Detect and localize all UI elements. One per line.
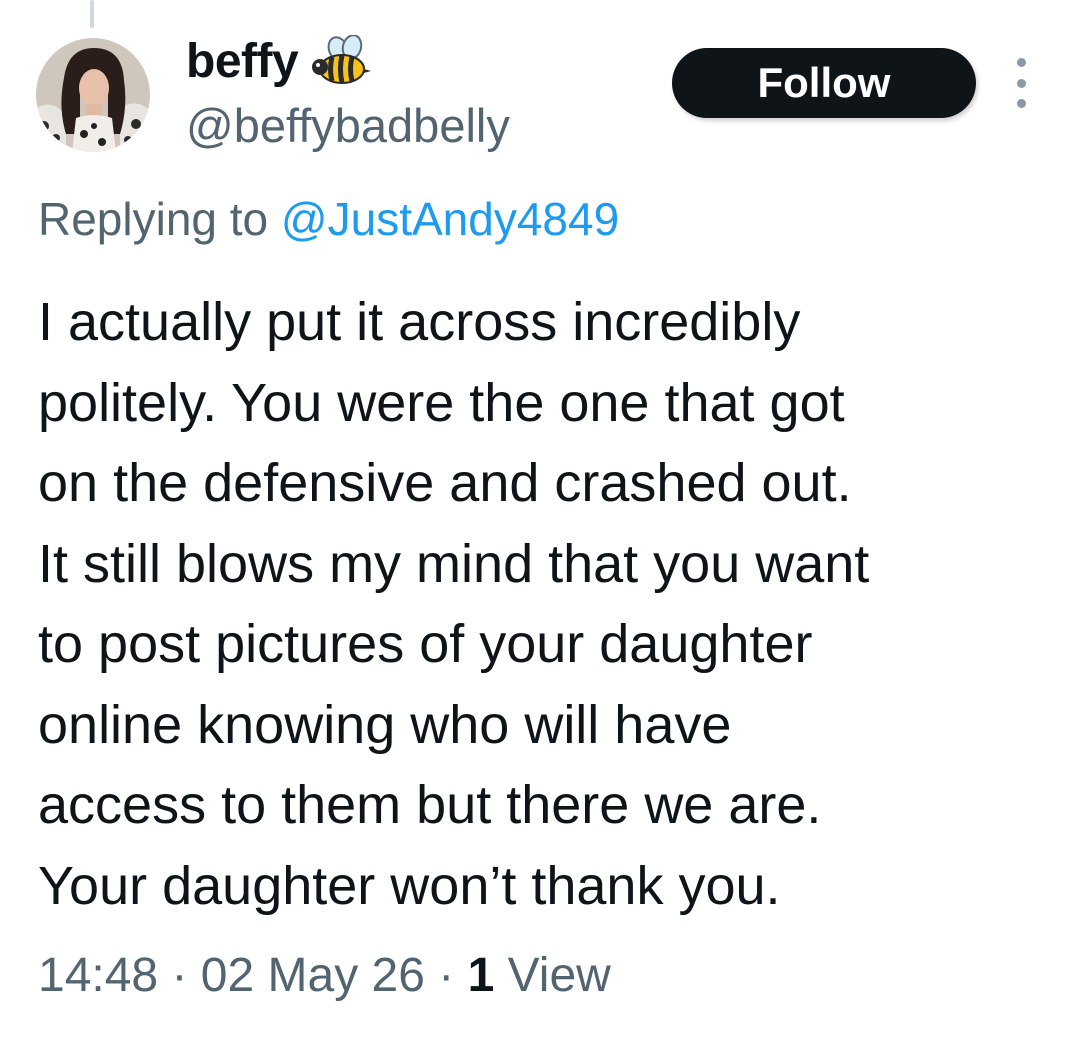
meta-separator: · xyxy=(438,949,455,1002)
bee-icon xyxy=(310,34,372,87)
thread-connector-line xyxy=(90,0,94,28)
tweet-line: online knowing who will have xyxy=(38,694,732,755)
more-vertical-icon[interactable] xyxy=(1004,58,1038,108)
tweet-line: to post pictures of your daughter xyxy=(38,614,813,674)
reply-context: Replying to @JustAndy4849 xyxy=(38,192,619,246)
tweet-line: I actually put it across incredibly xyxy=(38,292,801,352)
tweet-line: politely. You were the one that got xyxy=(38,372,845,433)
author-handle[interactable]: @beffybadbelly xyxy=(186,98,510,153)
tweet-text: I actually put it across incredibly poli… xyxy=(38,282,869,926)
more-dot xyxy=(1016,99,1026,108)
tweet-time[interactable]: 14:48 xyxy=(38,949,158,1002)
avatar-image xyxy=(36,38,150,152)
tweet-line: access to them but there we are. xyxy=(38,775,822,835)
follow-button[interactable]: Follow xyxy=(672,48,976,118)
tweet-line: on the defensive and crashed out. xyxy=(38,453,852,513)
tweet-line: Your daughter won’t thank you. xyxy=(38,855,781,916)
reply-target-link[interactable]: @JustAndy4849 xyxy=(281,193,619,245)
display-name[interactable]: beffy xyxy=(186,34,299,89)
avatar[interactable] xyxy=(36,38,150,152)
tweet-date[interactable]: 02 May 26 xyxy=(201,949,425,1002)
tweet-metadata: 14:48 · 02 May 26 · 1 View xyxy=(38,948,611,1003)
views-label: View xyxy=(507,949,611,1002)
more-dot xyxy=(1016,58,1026,67)
tweet-line: It still blows my mind that you want xyxy=(38,533,870,594)
views-count: 1 xyxy=(467,949,495,1002)
meta-separator: · xyxy=(171,949,188,1002)
author-name-row: beffy xyxy=(186,30,372,92)
more-dot xyxy=(1016,78,1026,88)
reply-prefix: Replying to xyxy=(38,193,269,245)
